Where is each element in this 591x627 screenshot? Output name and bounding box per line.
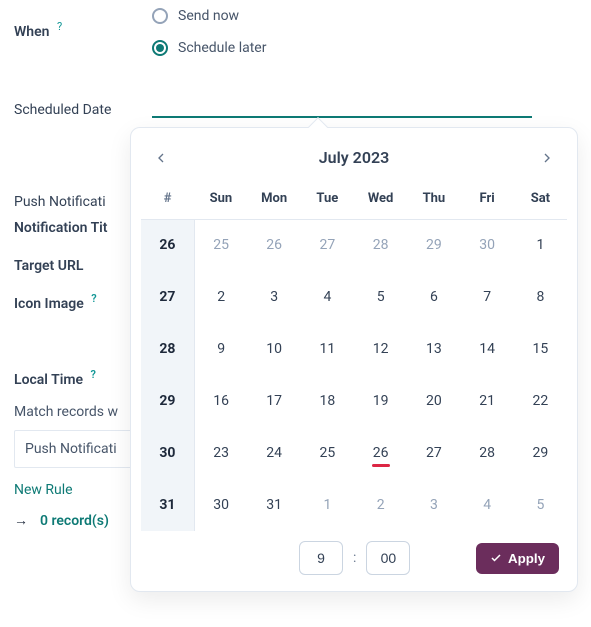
calendar-day[interactable]: 10 [248,323,301,375]
dow-header-sat: Sat [514,179,567,219]
radio-send-now[interactable]: Send now [152,8,266,24]
week-number: 29 [141,375,194,427]
radio-icon [152,40,168,56]
calendar-day[interactable]: 14 [461,323,514,375]
radio-schedule-later[interactable]: Schedule later [152,40,266,56]
when-help-icon[interactable]: ? [57,20,62,33]
dow-header-wed: Wed [354,179,407,219]
calendar-day[interactable]: 12 [354,323,407,375]
calendar-day[interactable]: 27 [407,427,460,479]
arrow-icon: → [14,512,28,529]
week-number: 30 [141,427,194,479]
calendar-day[interactable]: 13 [407,323,460,375]
apply-button[interactable]: Apply [476,543,559,574]
calendar-day[interactable]: 27 [301,219,354,271]
calendar-day[interactable]: 28 [461,427,514,479]
calendar-day[interactable]: 18 [301,375,354,427]
calendar-day[interactable]: 21 [461,375,514,427]
calendar-day[interactable]: 2 [354,479,407,531]
radio-label-send-now: Send now [178,8,239,24]
week-number: 26 [141,219,194,271]
calendar-day[interactable]: 3 [407,479,460,531]
calendar-day[interactable]: 4 [461,479,514,531]
apply-button-label: Apply [508,551,545,566]
local-time-help-icon[interactable]: ? [91,368,96,381]
calendar-day[interactable]: 9 [194,323,247,375]
calendar-day[interactable]: 25 [194,219,247,271]
icon-image-label: Icon Image [14,296,84,312]
calendar-day[interactable]: 25 [301,427,354,479]
calendar-day[interactable]: 6 [407,271,460,323]
calendar-day[interactable]: 7 [461,271,514,323]
calendar-day[interactable]: 8 [514,271,567,323]
datepicker-popover: July 2023 #SunMonTueWedThuFriSat 2625262… [130,127,578,592]
calendar-day[interactable]: 20 [407,375,460,427]
calendar-grid: #SunMonTueWedThuFriSat 26252627282930127… [141,179,567,531]
radio-icon [152,8,168,24]
today-indicator [372,464,390,467]
radio-label-schedule-later: Schedule later [178,40,266,56]
calendar-day[interactable]: 1 [301,479,354,531]
calendar-day[interactable]: 5 [354,271,407,323]
new-rule-link[interactable]: New Rule [14,482,73,498]
dow-header-mon: Mon [248,179,301,219]
calendar-day[interactable]: 30 [194,479,247,531]
local-time-label: Local Time [14,372,83,388]
calendar-day[interactable]: 31 [248,479,301,531]
calendar-day[interactable]: 22 [514,375,567,427]
calendar-day[interactable]: 28 [354,219,407,271]
scheduled-date-label: Scheduled Date [14,102,111,118]
icon-image-help-icon[interactable]: ? [91,292,96,305]
calendar-day[interactable]: 4 [301,271,354,323]
calendar-day[interactable]: 17 [248,375,301,427]
calendar-day[interactable]: 2 [194,271,247,323]
calendar-day[interactable]: 29 [407,219,460,271]
calendar-month-title[interactable]: July 2023 [319,148,389,167]
time-minute-input[interactable] [366,541,410,575]
calendar-day[interactable]: 26 [248,219,301,271]
calendar-day[interactable]: 5 [514,479,567,531]
week-header: # [141,179,194,219]
calendar-day[interactable]: 15 [514,323,567,375]
dow-header-sun: Sun [194,179,247,219]
calendar-day[interactable]: 16 [194,375,247,427]
time-colon: : [353,550,356,566]
records-count[interactable]: 0 record(s) [40,513,109,529]
calendar-day[interactable]: 24 [248,427,301,479]
when-label: When [14,24,49,40]
dow-header-fri: Fri [461,179,514,219]
dow-header-tue: Tue [301,179,354,219]
check-icon [490,552,502,564]
week-number: 28 [141,323,194,375]
calendar-day[interactable]: 11 [301,323,354,375]
week-number: 31 [141,479,194,531]
week-number: 27 [141,271,194,323]
calendar-day[interactable]: 26 [354,427,407,479]
scheduled-date-input[interactable] [152,92,532,118]
calendar-day[interactable]: 3 [248,271,301,323]
calendar-day[interactable]: 29 [514,427,567,479]
next-month-button[interactable] [539,150,555,166]
prev-month-button[interactable] [153,150,169,166]
time-hour-input[interactable] [299,541,343,575]
calendar-day[interactable]: 1 [514,219,567,271]
calendar-day[interactable]: 23 [194,427,247,479]
dow-header-thu: Thu [407,179,460,219]
calendar-day[interactable]: 19 [354,375,407,427]
calendar-day[interactable]: 30 [461,219,514,271]
